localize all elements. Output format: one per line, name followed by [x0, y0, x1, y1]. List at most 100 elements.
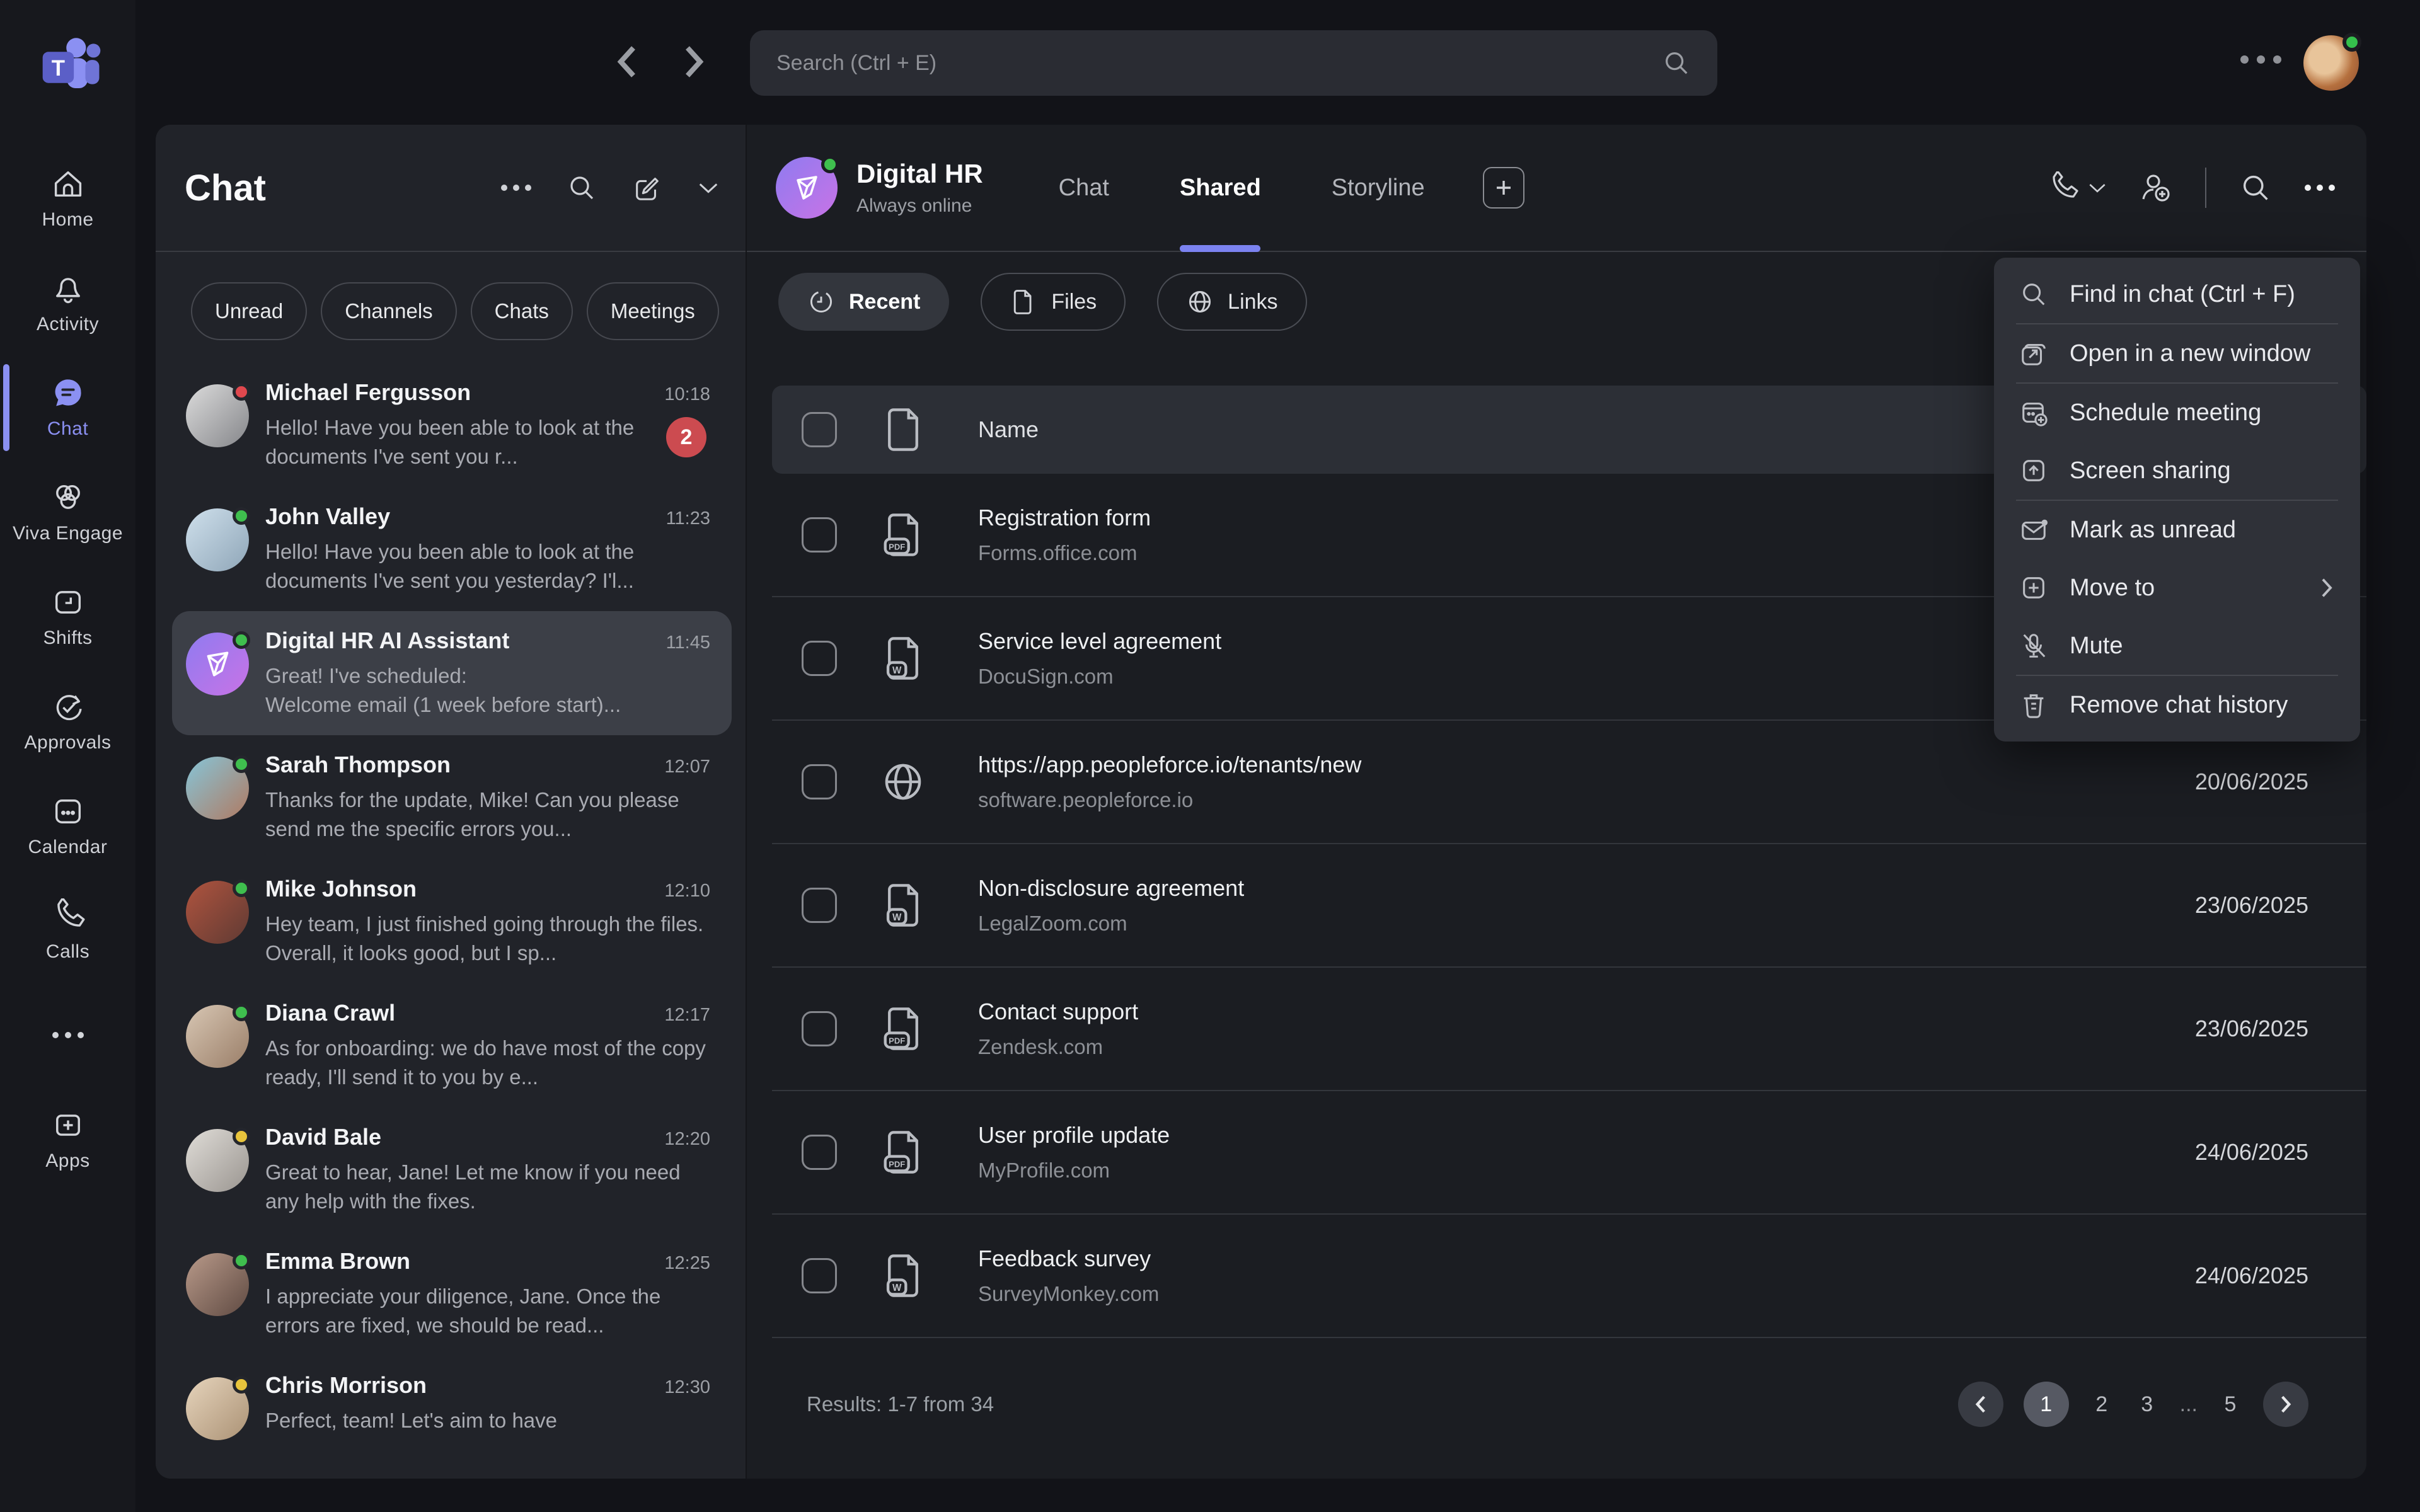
rail-item-more[interactable] — [0, 983, 135, 1087]
menu-item-find-in-chat[interactable]: Find in chat (Ctrl + F) — [1994, 265, 2360, 323]
row-checkbox[interactable] — [802, 1258, 837, 1293]
table-row[interactable]: PDF Contact supportZendesk.com 23/06/202… — [772, 968, 2366, 1091]
chat-preview: Great! I've scheduled: Welcome email (1 … — [265, 662, 710, 719]
menu-item-screen-sharing[interactable]: Screen sharing — [1994, 442, 2360, 500]
global-search[interactable] — [750, 30, 1717, 96]
filter-links[interactable]: Links — [1157, 273, 1306, 331]
chat-list-item[interactable]: David Bale12:20 Great to hear, Jane! Let… — [172, 1108, 732, 1232]
chat-name: John Valley — [265, 503, 655, 530]
page-2[interactable]: 2 — [2089, 1392, 2114, 1417]
topbar-more-icon[interactable] — [2240, 55, 2281, 64]
back-icon[interactable] — [614, 44, 640, 79]
chat-preview: Hey team, I just finished going through … — [265, 910, 710, 968]
menu-label: Mark as unread — [2070, 517, 2236, 544]
rail-item-activity[interactable]: Activity — [0, 251, 135, 355]
select-all-checkbox[interactable] — [802, 412, 837, 447]
chip-chats[interactable]: Chats — [471, 282, 573, 340]
user-status-dot — [2342, 33, 2361, 52]
add-people-button[interactable] — [2140, 171, 2172, 204]
phone-icon — [2046, 171, 2079, 204]
page-5[interactable]: 5 — [2218, 1392, 2243, 1417]
chat-list-item[interactable]: Emma Brown12:25 I appreciate your dilige… — [172, 1232, 732, 1356]
chat-search-button[interactable] — [567, 173, 597, 203]
open-new-window-icon — [2019, 339, 2048, 368]
conversation-more-button[interactable] — [2305, 185, 2335, 191]
chat-list-item[interactable]: Sarah Thompson12:07 Thanks for the updat… — [172, 735, 732, 859]
pdf-file-icon: PDF — [882, 1005, 929, 1052]
chat-time: 12:30 — [664, 1377, 710, 1398]
viva-engage-icon — [50, 480, 86, 515]
table-row[interactable]: W Feedback surveySurveyMonkey.com 24/06/… — [772, 1215, 2366, 1338]
chip-unread[interactable]: Unread — [191, 282, 307, 340]
row-checkbox[interactable] — [802, 1011, 837, 1046]
menu-item-open-new-window[interactable]: Open in a new window — [1994, 324, 2360, 382]
menu-item-mute[interactable]: Mute — [1994, 617, 2360, 675]
row-checkbox[interactable] — [802, 764, 837, 799]
chat-expand-button[interactable] — [698, 180, 719, 195]
chat-list-item[interactable]: Chris Morrison12:30 Perfect, team! Let's… — [172, 1356, 732, 1479]
rail-item-shifts[interactable]: Shifts — [0, 564, 135, 669]
svg-text:W: W — [892, 1283, 902, 1293]
rail-item-home[interactable]: Home — [0, 146, 135, 251]
next-page-button[interactable] — [2263, 1382, 2308, 1427]
tab-chat[interactable]: Chat — [1059, 125, 1109, 251]
chat-list-item[interactable]: John Valley11:23 Hello! Have you been ab… — [172, 487, 732, 611]
new-chat-button[interactable] — [632, 173, 662, 203]
filter-label: Links — [1228, 290, 1277, 314]
rail-label: Approvals — [25, 732, 112, 753]
add-tab-button[interactable] — [1483, 167, 1524, 209]
row-checkbox[interactable] — [802, 1135, 837, 1170]
rail-item-viva-engage[interactable]: Viva Engage — [0, 460, 135, 564]
rail-items: Home Activity Chat Viva Engage Shift — [0, 146, 135, 1192]
svg-text:W: W — [892, 665, 902, 676]
chat-list-item[interactable]: Michael Fergusson10:18 Hello! Have you b… — [172, 363, 732, 487]
tab-storyline[interactable]: Storyline — [1332, 125, 1425, 251]
tab-shared[interactable]: Shared — [1180, 125, 1261, 251]
rail-item-calls[interactable]: Calls — [0, 878, 135, 983]
file-source: DocuSign.com — [978, 665, 1221, 689]
find-in-chat-button[interactable] — [2239, 171, 2272, 204]
word-file-icon: W — [882, 882, 929, 929]
row-checkbox[interactable] — [802, 517, 837, 553]
clock-icon — [807, 288, 835, 316]
chip-meetings[interactable]: Meetings — [587, 282, 719, 340]
chat-list-item-selected[interactable]: Digital HR AI Assistant11:45 Great! I've… — [172, 611, 732, 735]
call-button[interactable] — [2046, 171, 2107, 204]
rail-item-calendar[interactable]: Calendar — [0, 774, 135, 878]
menu-item-remove-chat-history[interactable]: Remove chat history — [1994, 676, 2360, 734]
filter-recent[interactable]: Recent — [778, 273, 949, 331]
rail-item-approvals[interactable]: Approvals — [0, 669, 135, 774]
chat-name: Michael Fergusson — [265, 379, 653, 406]
menu-item-schedule-meeting[interactable]: Schedule meeting — [1994, 384, 2360, 442]
teams-logo-icon[interactable]: T — [33, 33, 103, 96]
row-checkbox[interactable] — [802, 641, 837, 676]
page-3[interactable]: 3 — [2135, 1392, 2160, 1417]
person-add-icon — [2140, 171, 2172, 204]
forward-icon[interactable] — [681, 44, 706, 79]
page-ellipsis: ... — [2180, 1392, 2198, 1417]
chat-list-item[interactable]: Mike Johnson12:10 Hey team, I just finis… — [172, 859, 732, 983]
chat-more-button[interactable] — [501, 185, 531, 191]
filter-files[interactable]: Files — [981, 273, 1126, 331]
rail-label: Calls — [46, 941, 89, 963]
avatar — [186, 1253, 249, 1316]
rail-item-apps[interactable]: Apps — [0, 1087, 135, 1192]
digital-hr-avatar[interactable] — [776, 157, 838, 219]
rail-item-chat[interactable]: Chat — [0, 355, 135, 460]
approvals-icon — [50, 689, 86, 724]
menu-item-move-to[interactable]: Move to — [1994, 559, 2360, 617]
chip-channels[interactable]: Channels — [321, 282, 456, 340]
search-input[interactable] — [776, 51, 1662, 76]
prev-page-button[interactable] — [1958, 1382, 2003, 1427]
avatar — [186, 881, 249, 944]
table-row[interactable]: PDF User profile updateMyProfile.com 24/… — [772, 1091, 2366, 1215]
teams-app: T Home Activity Chat Viva — [0, 0, 2420, 1512]
page-1[interactable]: 1 — [2024, 1382, 2069, 1427]
table-row[interactable]: W Non-disclosure agreementLegalZoom.com … — [772, 844, 2366, 968]
avatar — [186, 757, 249, 820]
user-avatar[interactable] — [2303, 35, 2359, 91]
chat-list-item[interactable]: Diana Crawl12:17 As for onboarding: we d… — [172, 983, 732, 1108]
rail-label: Apps — [45, 1150, 89, 1172]
row-checkbox[interactable] — [802, 888, 837, 923]
menu-item-mark-as-unread[interactable]: Mark as unread — [1994, 501, 2360, 559]
